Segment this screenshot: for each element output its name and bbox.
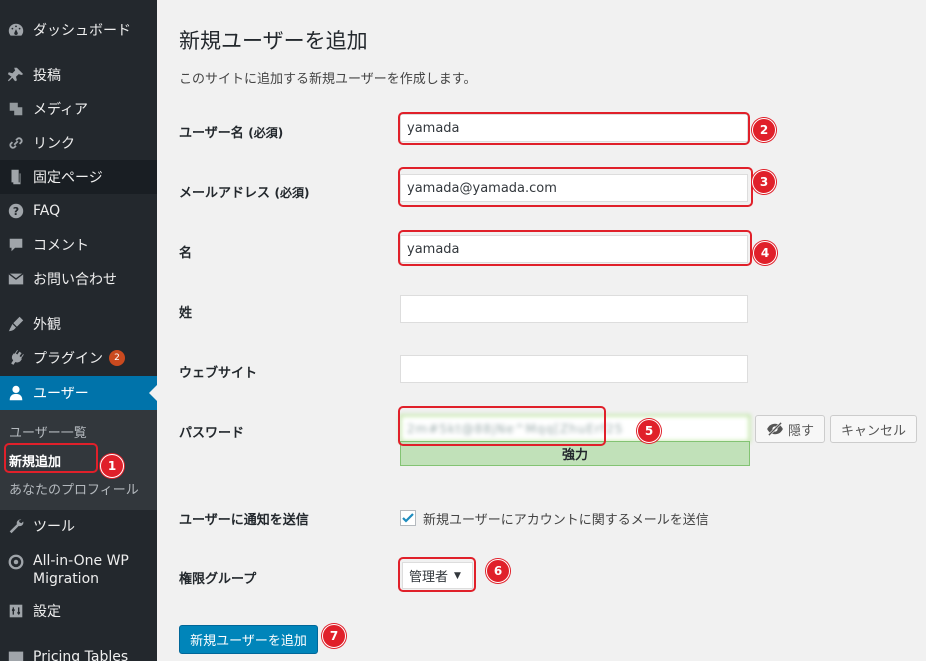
page-description: このサイトに追加する新規ユーザーを作成します。 (179, 72, 477, 87)
role-label: 権限グループ (179, 572, 257, 587)
mail-icon (6, 269, 26, 289)
brush-icon (6, 314, 26, 334)
callout-number: 3 (752, 170, 776, 194)
menu-users[interactable]: ユーザー (0, 376, 157, 410)
callout-box-password (398, 406, 606, 446)
user-icon (6, 383, 26, 403)
callout-number: 1 (100, 454, 124, 478)
menu-appearance[interactable]: 外観 (0, 307, 157, 341)
table-icon (6, 647, 26, 661)
callout-box-role (398, 557, 476, 592)
menu-label: Migration (33, 571, 100, 587)
menu-posts[interactable]: 投稿 (0, 58, 157, 92)
notify-checkbox-label[interactable]: 新規ユーザーにアカウントに関するメールを送信 (423, 509, 709, 528)
callout-number: 4 (753, 241, 777, 265)
page-icon (6, 167, 26, 187)
cancel-password-button[interactable]: キャンセル (830, 415, 917, 443)
link-icon (6, 133, 26, 153)
menu-label: コメント (33, 238, 89, 254)
main-content: 新規ユーザーを追加 このサイトに追加する新規ユーザーを作成します。 ユーザー名 … (157, 0, 926, 661)
submenu-profile[interactable]: あなたのプロフィール (9, 479, 139, 498)
callout-box-add-new (4, 443, 98, 473)
notify-checkbox[interactable] (400, 510, 416, 526)
active-menu-arrow (149, 385, 157, 401)
media-icon (6, 99, 26, 119)
password-label: パスワード (179, 426, 245, 441)
plugin-icon (6, 348, 26, 368)
last-name-input[interactable] (400, 295, 748, 323)
admin-sidebar: ダッシュボード 投稿 メディア リンク 固定ページ ? FAQ コメント お問い… (0, 0, 157, 661)
submenu-all-users[interactable]: ユーザー一覧 (9, 422, 87, 441)
menu-contact[interactable]: お問い合わせ (0, 262, 157, 296)
dashboard-icon (6, 20, 26, 40)
svg-text:?: ? (13, 205, 19, 218)
callout-number: 2 (752, 118, 776, 142)
menu-media[interactable]: メディア (0, 92, 157, 126)
callout-box-first-name (398, 230, 752, 266)
website-input[interactable] (400, 355, 748, 383)
menu-label: お問い合わせ (33, 272, 117, 288)
website-label: ウェブサイト (179, 366, 258, 381)
help-icon: ? (6, 201, 26, 221)
menu-label: 設定 (33, 604, 61, 620)
menu-tools[interactable]: ツール (0, 509, 157, 543)
menu-label: ツール (33, 519, 75, 535)
menu-label: ダッシュボード (33, 23, 131, 39)
first-name-label: 名 (179, 246, 193, 261)
hide-password-label: 隠す (787, 423, 814, 439)
last-name-label: 姓 (179, 306, 193, 321)
notify-label: ユーザーに通知を送信 (179, 513, 309, 528)
menu-label: 固定ページ (33, 170, 103, 186)
migration-icon (6, 552, 26, 572)
menu-pages[interactable]: 固定ページ (0, 160, 157, 194)
callout-box-email (398, 167, 753, 207)
menu-label: 投稿 (33, 68, 61, 84)
menu-settings[interactable]: 設定 (0, 594, 157, 628)
hide-password-button[interactable]: 隠す (755, 415, 825, 443)
callout-number: 5 (637, 419, 661, 443)
eye-slash-icon (767, 422, 783, 436)
comment-icon (6, 235, 26, 255)
menu-links[interactable]: リンク (0, 126, 157, 160)
menu-label-wrap: All-in-One WP Migration (33, 552, 129, 588)
pin-icon (6, 65, 26, 85)
email-label-text: メールアドレス (179, 186, 271, 201)
username-label: ユーザー名 (必須) (179, 122, 283, 141)
callout-number: 7 (322, 624, 346, 648)
email-label: メールアドレス (必須) (179, 182, 310, 201)
menu-plugins[interactable]: プラグイン 2 (0, 341, 157, 375)
checkmark-icon (402, 513, 414, 523)
menu-label: All-in-One WP (33, 553, 129, 569)
settings-icon (6, 601, 26, 621)
add-user-submit-button[interactable]: 新規ユーザーを追加 (179, 625, 318, 654)
menu-label: プラグイン (33, 351, 103, 367)
menu-label: Pricing Tables (33, 649, 129, 661)
username-label-text: ユーザー名 (179, 126, 244, 141)
wrench-icon (6, 516, 26, 536)
menu-label: ユーザー (33, 386, 89, 402)
page-title: 新規ユーザーを追加 (179, 29, 368, 53)
menu-label: メディア (33, 102, 89, 118)
menu-dashboard[interactable]: ダッシュボード (0, 13, 157, 47)
menu-label: FAQ (33, 203, 61, 219)
menu-migration[interactable]: All-in-One WP Migration (0, 551, 157, 589)
menu-label: リンク (33, 136, 75, 152)
menu-pricing-tables[interactable]: Pricing Tables (0, 640, 157, 661)
plugin-update-badge: 2 (109, 350, 125, 366)
menu-faq[interactable]: ? FAQ (0, 194, 157, 228)
callout-number: 6 (486, 559, 510, 583)
callout-box-username (398, 112, 750, 145)
menu-label: 外観 (33, 317, 61, 333)
required-marker: (必須) (274, 186, 310, 200)
required-marker: (必須) (248, 126, 284, 140)
menu-comments[interactable]: コメント (0, 228, 157, 262)
